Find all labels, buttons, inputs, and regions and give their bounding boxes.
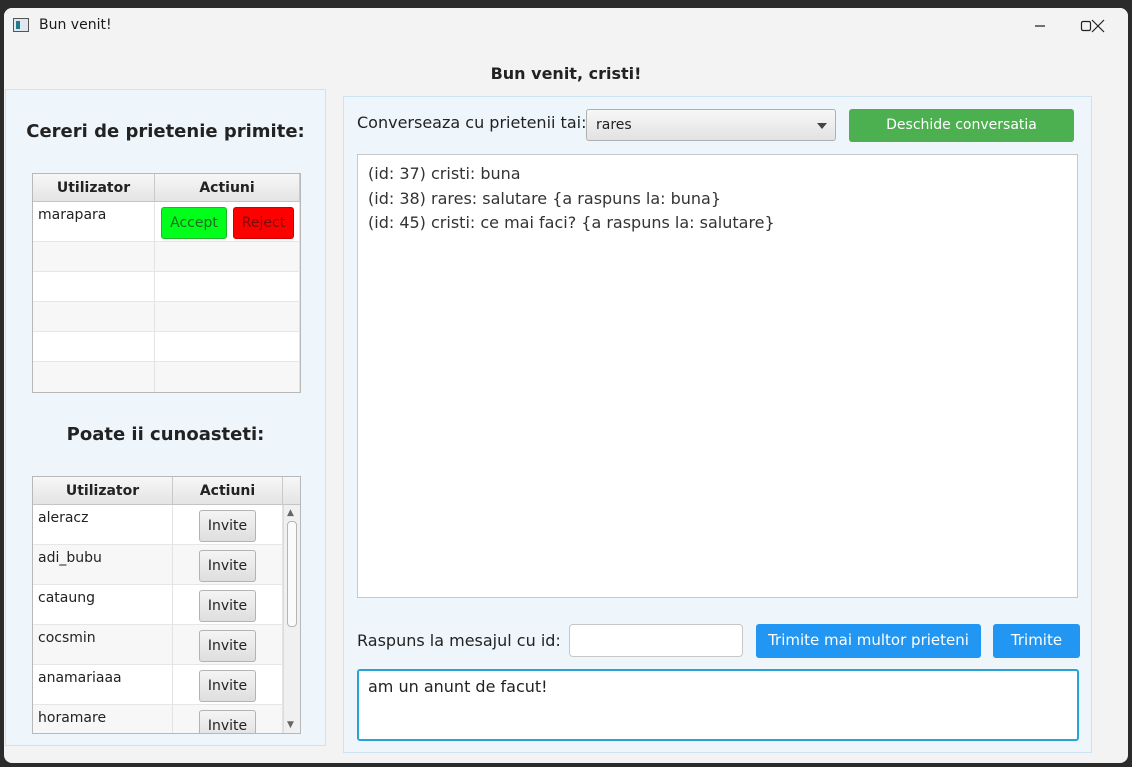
invite-button[interactable]: Invite [199, 550, 256, 582]
requests-table: Utilizator Actiuni marapara Accept Rejec… [32, 173, 301, 393]
table-row [33, 302, 300, 332]
request-actions: Accept Reject [155, 202, 300, 241]
close-icon [1091, 19, 1105, 33]
request-user: marapara [33, 202, 155, 241]
reject-button[interactable]: Reject [233, 207, 294, 239]
table-row[interactable]: anamariaaa Invite [33, 665, 283, 705]
table-row [33, 272, 300, 302]
suggestion-user: adi_bubu [33, 545, 173, 584]
friends-label: Converseaza cu prietenii tai: [357, 113, 587, 132]
requests-table-header: Utilizator Actiuni [33, 174, 300, 202]
message-line: (id: 37) cristi: buna [368, 164, 521, 183]
invite-button[interactable]: Invite [199, 510, 256, 542]
suggestions-table: Utilizator Actiuni aleracz Invite adi_bu… [32, 476, 301, 734]
suggestion-user: anamariaaa [33, 665, 173, 704]
scroll-down-icon[interactable]: ▼ [287, 720, 294, 730]
suggestion-user: cocsmin [33, 625, 173, 664]
welcome-heading: Bun venit, cristi! [490, 64, 642, 83]
close-button[interactable] [1076, 8, 1120, 44]
column-header-actions[interactable]: Actiuni [173, 477, 283, 505]
requests-heading: Cereri de prietenie primite: [26, 121, 305, 142]
suggestions-scrollbar[interactable]: ▲ ▼ [283, 505, 300, 733]
app-window: Bun venit! Bun venit, cristi! Cereri de … [4, 8, 1128, 763]
suggestions-table-header: Utilizator Actiuni [33, 477, 285, 505]
suggestions-heading: Poate ii cunoasteti: [66, 424, 265, 445]
column-header-user[interactable]: Utilizator [33, 174, 155, 202]
send-many-button[interactable]: Trimite mai multor prieteni [756, 624, 981, 658]
window-title: Bun venit! [39, 17, 112, 33]
minimize-icon [1035, 25, 1045, 27]
left-panel: Cereri de prietenie primite: Utilizator … [5, 89, 326, 746]
scrollbar-thumb[interactable] [287, 521, 297, 627]
table-row [33, 362, 300, 392]
invite-button[interactable]: Invite [199, 670, 256, 702]
accept-button[interactable]: Accept [161, 207, 227, 239]
message-compose-input[interactable]: am un anunt de facut! [357, 669, 1079, 741]
minimize-button[interactable] [1017, 8, 1063, 44]
table-row [33, 242, 300, 272]
title-bar: Bun venit! [4, 8, 1128, 44]
table-row[interactable]: aleracz Invite [33, 505, 283, 545]
friend-select[interactable]: rares [586, 109, 836, 141]
invite-button[interactable]: Invite [199, 590, 256, 622]
chevron-down-icon [817, 123, 827, 129]
table-row[interactable]: cataung Invite [33, 585, 283, 625]
app-icon [13, 18, 29, 32]
table-row[interactable]: cocsmin Invite [33, 625, 283, 665]
suggestion-user: cataung [33, 585, 173, 624]
scroll-up-icon[interactable]: ▲ [287, 508, 294, 518]
table-row [33, 332, 300, 362]
suggestion-user: horamare [33, 705, 173, 733]
message-line: (id: 45) cristi: ce mai faci? {a raspuns… [368, 213, 775, 232]
table-row[interactable]: horamare Invite [33, 705, 283, 733]
table-row[interactable]: marapara Accept Reject [33, 202, 300, 242]
reply-id-input[interactable] [569, 624, 743, 657]
invite-button[interactable]: Invite [199, 710, 256, 733]
messages-area[interactable]: (id: 37) cristi: buna (id: 38) rares: sa… [357, 154, 1078, 598]
column-header-actions[interactable]: Actiuni [155, 174, 300, 202]
table-row[interactable]: adi_bubu Invite [33, 545, 283, 585]
friend-select-value: rares [596, 117, 632, 133]
send-button[interactable]: Trimite [993, 624, 1080, 658]
open-conversation-button[interactable]: Deschide conversatia [849, 109, 1074, 142]
reply-id-label: Raspuns la mesajul cu id: [357, 631, 561, 650]
invite-button[interactable]: Invite [199, 630, 256, 662]
suggestion-user: aleracz [33, 505, 173, 544]
message-line: (id: 38) rares: salutare {a raspuns la: … [368, 188, 722, 208]
column-header-user[interactable]: Utilizator [33, 477, 173, 505]
